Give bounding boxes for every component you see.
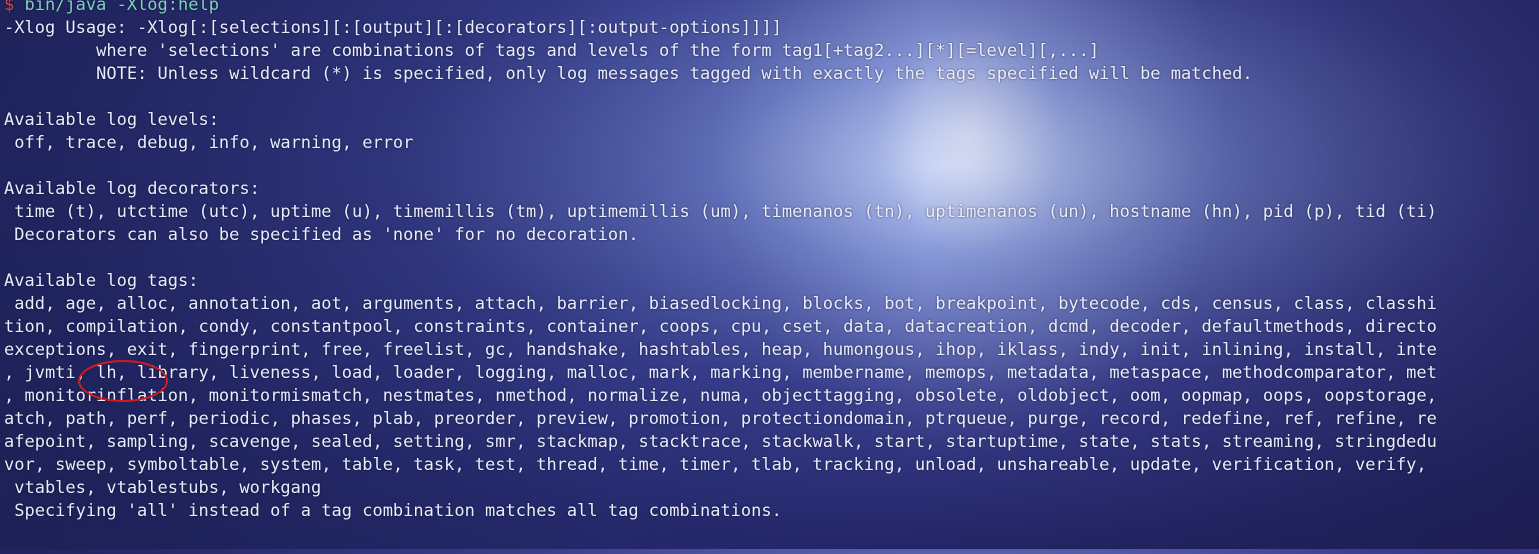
command-text: bin/java -Xlog:help [24, 0, 219, 15]
output-line: vtables, vtablestubs, workgang [4, 478, 322, 498]
output-line: Decorators can also be specified as 'non… [4, 225, 639, 245]
output-line: Available log levels: [4, 110, 219, 130]
output-line: NOTE: Unless wildcard (*) is specified, … [4, 64, 1253, 84]
output-line: Available log tags: [4, 271, 199, 291]
terminal-output[interactable]: $ bin/java -Xlog:help -Xlog Usage: -Xlog… [4, 0, 1539, 554]
output-line: time (t), utctime (utc), uptime (u), tim… [4, 202, 1437, 222]
output-line: exceptions, exit, fingerprint, free, fre… [4, 340, 1437, 360]
output-line: tion, compilation, condy, constantpool, … [4, 317, 1437, 337]
output-line: , jvmti, lh, library, liveness, load, lo… [4, 363, 1437, 383]
output-line: off, trace, debug, info, warning, error [4, 133, 414, 153]
output-line: , monitorinflation, monitormismatch, nes… [4, 386, 1437, 406]
output-line: afepoint, sampling, scavenge, sealed, se… [4, 432, 1437, 452]
output-line: -Xlog Usage: -Xlog[:[selections][:[outpu… [4, 18, 782, 38]
output-line: Specifying 'all' instead of a tag combin… [4, 501, 782, 521]
prompt-symbol: $ [4, 0, 25, 15]
output-line: add, age, alloc, annotation, aot, argume… [4, 294, 1437, 314]
output-line: vor, sweep, symboltable, system, table, … [4, 455, 1427, 475]
output-line: Available log decorators: [4, 179, 260, 199]
output-line: where 'selections' are combinations of t… [4, 41, 1100, 61]
output-line: atch, path, perf, periodic, phases, plab… [4, 409, 1437, 429]
prompt-line: $ bin/java -Xlog:help [4, 0, 1539, 17]
